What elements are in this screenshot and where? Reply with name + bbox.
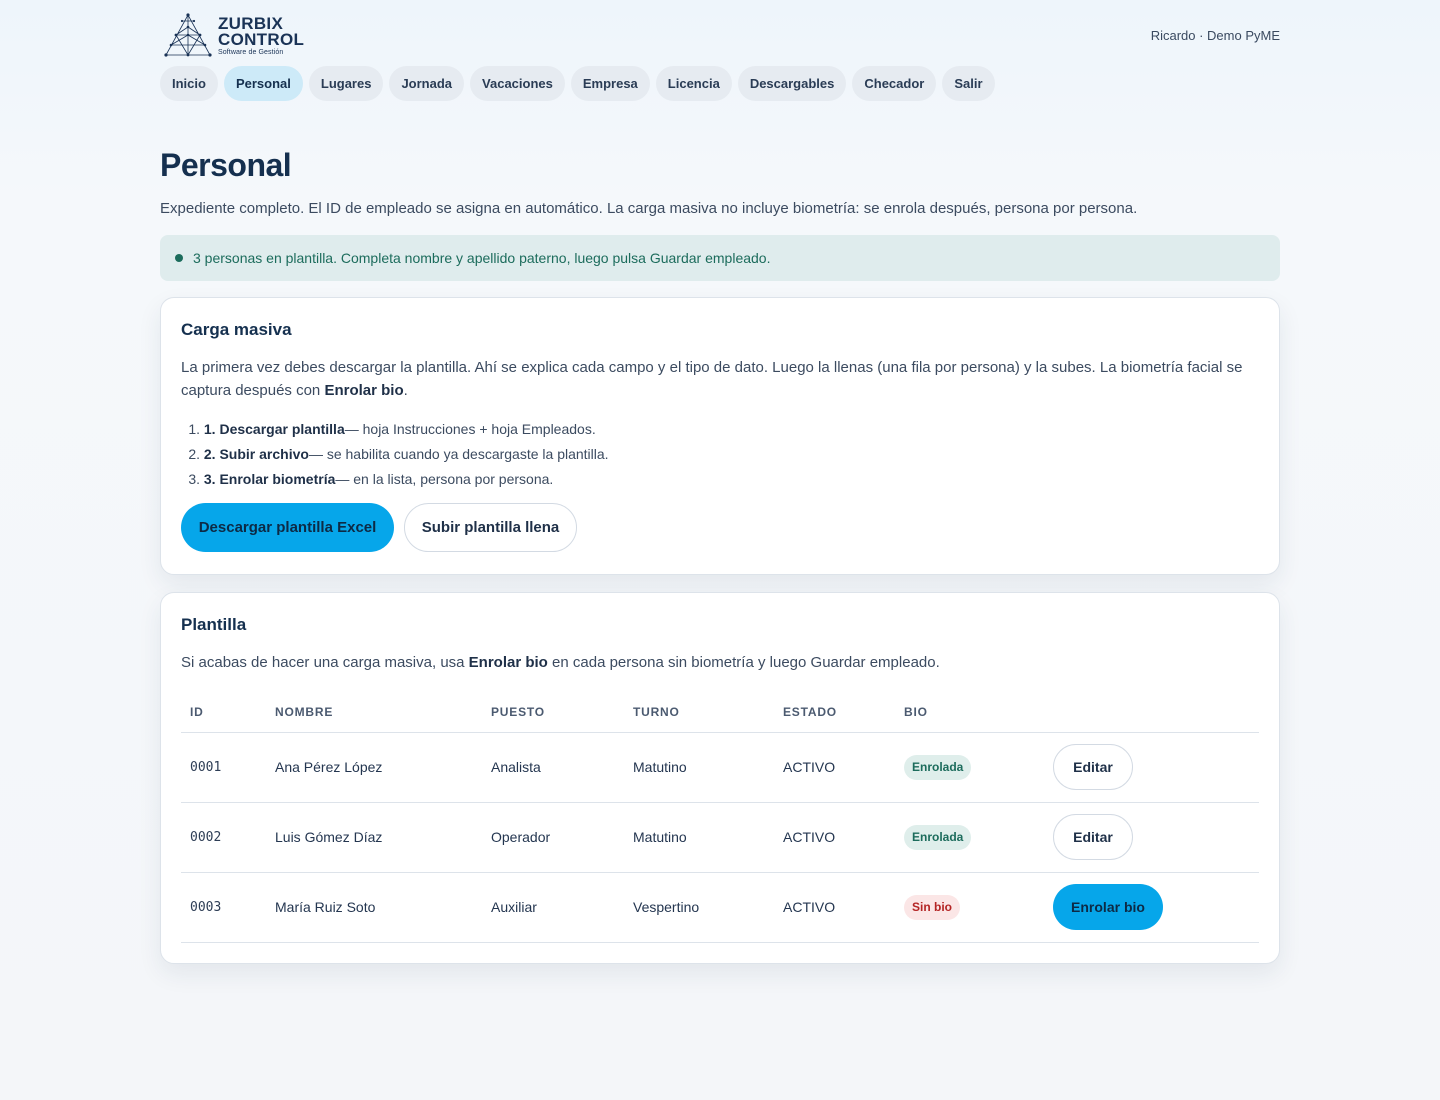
bio-status-badge: Enrolada bbox=[904, 754, 972, 780]
cell-status: ACTIVO bbox=[774, 802, 895, 873]
staff-table: ID NOMBRE PUESTO TURNO ESTADO BIO 0001 A… bbox=[181, 692, 1259, 943]
step-text: — en la lista, persona por persona. bbox=[335, 470, 554, 487]
cell-id: 0001 bbox=[181, 732, 266, 803]
header: ZURBIX CONTROL Software de Gestión Ricar… bbox=[160, 0, 1280, 62]
cell-role: Operador bbox=[482, 802, 624, 873]
user-label[interactable]: Ricardo · Demo PyME bbox=[1151, 28, 1280, 43]
column-header-id[interactable]: ID bbox=[181, 692, 266, 733]
nav-item-inicio[interactable]: Inicio bbox=[160, 66, 218, 101]
nav-item-checador[interactable]: Checador bbox=[852, 66, 937, 101]
brand-name-line2: CONTROL bbox=[218, 30, 305, 49]
bulk-steps: 1. 1. Descargar plantilla — hoja Instruc… bbox=[181, 416, 1259, 491]
table-header-row: ID NOMBRE PUESTO TURNO ESTADO BIO bbox=[181, 692, 1259, 733]
page-subtitle: Expediente completo. El ID de empleado s… bbox=[160, 200, 1138, 217]
cell-role: Analista bbox=[482, 732, 624, 803]
cell-shift: Matutino bbox=[624, 732, 774, 803]
nav-item-vacaciones[interactable]: Vacaciones bbox=[470, 66, 565, 101]
table-row: 0002 Luis Gómez Díaz Operador Matutino A… bbox=[181, 802, 1259, 873]
brand-text: ZURBIX CONTROL Software de Gestión bbox=[218, 15, 305, 56]
cell-status: ACTIVO bbox=[774, 732, 895, 803]
cell-action: Enrolar bio bbox=[1044, 872, 1259, 943]
staff-desc-end: en cada persona sin biometría y luego Gu… bbox=[547, 654, 940, 671]
notice-text: 3 personas en plantilla. Completa nombre… bbox=[193, 250, 771, 266]
step-item: 3. 3. Enrolar biometría — en la lista, p… bbox=[181, 466, 1259, 491]
edit-button[interactable]: Editar bbox=[1053, 744, 1133, 790]
cell-id: 0003 bbox=[181, 872, 266, 943]
bulk-upload-card: Carga masiva La primera vez debes descar… bbox=[160, 297, 1280, 575]
table-row: 0001 Ana Pérez López Analista Matutino A… bbox=[181, 732, 1259, 803]
cell-action: Editar bbox=[1044, 802, 1259, 873]
step-title: 1. Descargar plantilla bbox=[203, 420, 345, 437]
cell-name: Luis Gómez Díaz bbox=[266, 802, 482, 873]
cell-action: Editar bbox=[1044, 732, 1259, 803]
app: ZURBIX CONTROL Software de Gestión Ricar… bbox=[160, 0, 1280, 964]
step-item: 2. 2. Subir archivo — se habilita cuando… bbox=[181, 441, 1259, 466]
bio-status-badge: Sin bio bbox=[904, 894, 960, 920]
step-item: 1. 1. Descargar plantilla — hoja Instruc… bbox=[181, 416, 1259, 441]
upload-template-button[interactable]: Subir plantilla llena bbox=[404, 503, 577, 552]
cell-shift: Vespertino bbox=[624, 872, 774, 943]
column-header-name[interactable]: NOMBRE bbox=[266, 692, 482, 733]
bulk-desc-end: . bbox=[403, 382, 408, 399]
cell-role: Auxiliar bbox=[482, 872, 624, 943]
download-template-button[interactable]: Descargar plantilla Excel bbox=[181, 503, 394, 552]
nav-item-lugares[interactable]: Lugares bbox=[308, 66, 384, 101]
table-row: 0003 María Ruiz Soto Auxiliar Vespertino… bbox=[181, 872, 1259, 943]
step-text: — hoja Instrucciones + hoja Empleados. bbox=[344, 420, 596, 437]
nav-item-descargables[interactable]: Descargables bbox=[737, 66, 847, 101]
nav-item-jornada[interactable]: Jornada bbox=[389, 66, 465, 101]
brand-tagline: Software de Gestión bbox=[218, 49, 284, 56]
staff-desc-bold: Enrolar bio bbox=[468, 654, 548, 671]
cell-bio: Enrolada bbox=[895, 802, 1044, 873]
staff-card: Plantilla Si acabas de hacer una carga m… bbox=[160, 592, 1280, 964]
status-dot-icon bbox=[175, 254, 183, 262]
cell-bio: Sin bio bbox=[895, 872, 1044, 943]
column-header-role[interactable]: PUESTO bbox=[482, 692, 624, 733]
column-header-bio[interactable]: BIO bbox=[895, 692, 1044, 733]
nav-item-licencia[interactable]: Licencia bbox=[655, 66, 732, 101]
main-nav: Inicio Personal Lugares Jornada Vacacion… bbox=[160, 66, 1280, 101]
cell-name: Ana Pérez López bbox=[266, 732, 482, 803]
network-logo-icon bbox=[164, 13, 212, 57]
cell-bio: Enrolada bbox=[895, 732, 1044, 803]
edit-button[interactable]: Editar bbox=[1053, 814, 1133, 860]
column-header-shift[interactable]: TURNO bbox=[624, 692, 774, 733]
staff-desc-text: Si acabas de hacer una carga masiva, usa bbox=[181, 654, 469, 671]
enroll-bio-button[interactable]: Enrolar bio bbox=[1053, 884, 1163, 930]
cell-status: ACTIVO bbox=[774, 872, 895, 943]
column-header-actions bbox=[1044, 692, 1259, 733]
step-number: 3. bbox=[188, 470, 200, 487]
nav-item-salir[interactable]: Salir bbox=[942, 66, 995, 101]
cell-id: 0002 bbox=[181, 802, 266, 873]
nav-item-personal[interactable]: Personal bbox=[223, 66, 303, 101]
cell-name: María Ruiz Soto bbox=[266, 872, 482, 943]
step-number: 2. bbox=[188, 445, 200, 462]
bulk-actions: Descargar plantilla Excel Subir plantill… bbox=[181, 503, 1259, 552]
nav-item-empresa[interactable]: Empresa bbox=[570, 66, 650, 101]
cell-shift: Matutino bbox=[624, 802, 774, 873]
step-title: 3. Enrolar biometría bbox=[203, 470, 336, 487]
bulk-description: La primera vez debes descargar la planti… bbox=[181, 356, 1259, 402]
page-title: Personal bbox=[160, 147, 292, 183]
column-header-status[interactable]: ESTADO bbox=[774, 692, 895, 733]
staff-description: Si acabas de hacer una carga masiva, usa… bbox=[181, 651, 1259, 674]
step-title: 2. Subir archivo bbox=[203, 445, 309, 462]
status-notice: 3 personas en plantilla. Completa nombre… bbox=[160, 235, 1280, 281]
step-text: — se habilita cuando ya descargaste la p… bbox=[308, 445, 609, 462]
step-number: 1. bbox=[188, 420, 200, 437]
brand-logo[interactable]: ZURBIX CONTROL Software de Gestión bbox=[162, 13, 304, 57]
bulk-title: Carga masiva bbox=[181, 320, 292, 339]
staff-title: Plantilla bbox=[181, 615, 247, 634]
bulk-desc-bold: Enrolar bio bbox=[324, 382, 404, 399]
bio-status-badge: Enrolada bbox=[904, 824, 972, 850]
